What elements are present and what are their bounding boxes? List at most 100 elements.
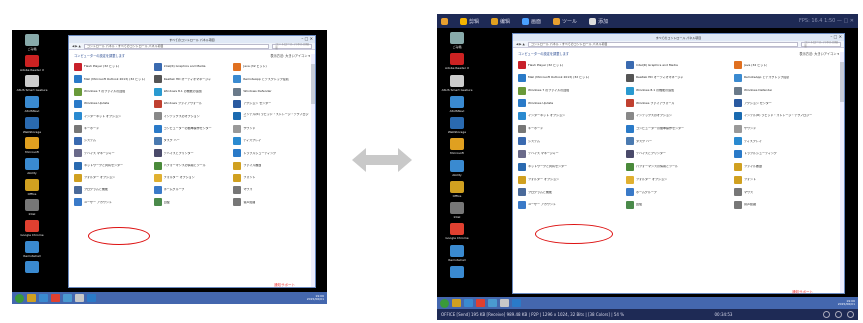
control-panel-item[interactable]: プログラムと機能	[74, 184, 151, 196]
desktop-icon[interactable]: WebStorage	[437, 117, 477, 134]
toolbar-item-3[interactable]: ツール	[553, 17, 577, 25]
desktop-icon[interactable]: Adobe Reader X	[12, 54, 52, 72]
desktop-icon[interactable]: Microsoft	[12, 137, 52, 154]
control-panel-item[interactable]: マウス	[734, 186, 839, 199]
toolbar-item-0[interactable]: 剪辑	[460, 17, 479, 25]
nav-arrows-icon[interactable]: ◀ ▶ ▲	[72, 44, 81, 48]
taskbar-clock[interactable]: 19:06 2015/06/01	[307, 294, 324, 302]
control-panel-item[interactable]: インテル(R) ラピッド・ストレージ・テクノロジー	[734, 110, 839, 123]
scrollbar[interactable]	[840, 52, 844, 293]
control-panel-item[interactable]: フォルダー オプション	[518, 173, 623, 186]
control-panel-item[interactable]: Java (32 ビット)	[734, 59, 839, 72]
control-panel-item[interactable]: タスク バー	[626, 135, 731, 148]
control-panel-item[interactable]: ネットワークと共有センター	[518, 161, 623, 174]
control-panel-item[interactable]: Windows 8.1 の機能の追加	[626, 84, 731, 97]
control-panel-item[interactable]: Intel(R) Graphics and Media	[626, 59, 731, 72]
control-panel-item[interactable]: フォント	[734, 173, 839, 186]
toolbar-item-2[interactable]: 画面	[522, 17, 541, 25]
taskbar-clock[interactable]: 19:06 2015/06/01	[838, 299, 855, 307]
ie-icon[interactable]	[39, 294, 48, 302]
control-panel-task-icon[interactable]	[488, 299, 497, 307]
desktop-icon[interactable]: RemoteCall	[12, 240, 52, 258]
control-panel-item[interactable]: ディスプレイ	[734, 135, 839, 148]
desktop-icon[interactable]: ごみ箱	[437, 32, 477, 49]
toolbar-logo-icon[interactable]	[441, 17, 448, 25]
search-input[interactable]: コントロール パネルの検索	[801, 40, 841, 48]
control-panel-item[interactable]: フォルダー オプション	[153, 172, 231, 184]
scrollbar-thumb[interactable]	[311, 64, 315, 104]
toolbar-item-4[interactable]: 添加	[589, 17, 608, 25]
search-input[interactable]: コントロール パネルの検索	[272, 42, 312, 50]
control-panel-item[interactable]: Windows 8.1 の機能の追加	[153, 86, 231, 98]
control-panel-item[interactable]: ユーザー アカウント	[74, 196, 151, 208]
control-panel-item[interactable]: Realtek HD オーディオマネージャ	[153, 73, 231, 85]
ie-icon[interactable]	[464, 299, 473, 307]
control-panel-item[interactable]: Realtek HD オーディオマネージャ	[626, 72, 731, 85]
control-panel-item[interactable]: インデックスのオプション	[153, 110, 231, 122]
toolbar-item-1[interactable]: 编辑	[491, 17, 510, 25]
desktop-icon[interactable]: Intel	[12, 199, 52, 216]
remote-icon[interactable]	[87, 294, 96, 302]
desktop-icon[interactable]: Adobe Reader X	[437, 53, 477, 70]
control-panel-item[interactable]: システム	[74, 135, 151, 147]
nav-arrows-icon[interactable]: ◀ ▶ ▲	[516, 42, 525, 46]
control-panel-item[interactable]: RemoteApp とデスクトップ接続	[233, 73, 310, 85]
control-panel-item[interactable]: トラブルシューティング	[734, 148, 839, 161]
window-controls[interactable]: – □ ✕	[301, 36, 313, 41]
control-panel-window[interactable]: すべてのコントロール パネル項目 – □ ✕ ◀ ▶ ▲ コントロール パネル ›…	[512, 33, 845, 294]
control-panel-item[interactable]: システム	[518, 135, 623, 148]
desktop-icon[interactable]: WebStorage	[12, 116, 52, 134]
desktop-icon[interactable]	[437, 265, 477, 279]
address-field[interactable]: コントロール パネル › すべてのコントロール パネル項目	[83, 43, 269, 49]
control-panel-item[interactable]: アクション センター	[233, 98, 310, 110]
control-panel-item[interactable]: コンピューターの簡単操作センター	[153, 122, 231, 134]
control-panel-item[interactable]: デバイス マネージャー	[518, 148, 623, 161]
home-icon[interactable]	[822, 311, 830, 318]
desktop-icon[interactable]: Ability	[437, 159, 477, 177]
control-panel-item[interactable]: フォルダー オプション	[74, 172, 151, 184]
scrollbar[interactable]	[311, 54, 315, 287]
control-panel-item[interactable]: 回復	[626, 199, 731, 212]
control-panel-item[interactable]: ファイル履歴	[734, 161, 839, 174]
control-panel-item[interactable]: ホームグループ	[153, 184, 231, 196]
control-panel-item[interactable]: Windows Defender	[233, 86, 310, 98]
explorer-icon[interactable]	[452, 299, 461, 307]
desktop-icon[interactable]: Office	[437, 180, 477, 198]
remote-icon[interactable]	[512, 299, 521, 307]
control-panel-item[interactable]: 音声認識	[233, 196, 310, 208]
control-panel-item[interactable]: インテル(R) ラピッド・ストレージ・テクノロジー	[233, 110, 310, 122]
control-panel-item[interactable]: インターネット オプション	[518, 110, 623, 123]
window-controls[interactable]: – □ ✕	[830, 34, 842, 39]
address-field[interactable]: コントロール パネル › すべてのコントロール パネル項目	[527, 41, 798, 47]
control-panel-item[interactable]: Flash Player (32 ビット)	[518, 59, 623, 72]
control-panel-item[interactable]: 音声認識	[734, 199, 839, 212]
control-panel-item[interactable]: サウンド	[233, 122, 310, 134]
control-panel-item[interactable]: フォルダー オプション	[626, 173, 731, 186]
control-panel-item[interactable]: コンピューターの簡単操作センター	[626, 122, 731, 135]
view-selector[interactable]: 表示方法: 大きいアイコン ▾	[799, 51, 839, 56]
explorer-icon[interactable]	[27, 294, 36, 302]
control-panel-item[interactable]: ユーザー アカウント	[518, 199, 623, 212]
control-panel-item[interactable]: デバイスとプリンター	[626, 148, 731, 161]
control-panel-item[interactable]: Windows 7 のファイルの回復	[518, 84, 623, 97]
control-panel-item[interactable]: Windows 7 のファイルの回復	[74, 86, 151, 98]
window-title-bar[interactable]: すべてのコントロール パネル項目 – □ ✕	[513, 34, 844, 41]
control-panel-item[interactable]: キーボード	[518, 122, 623, 135]
desktop-icon[interactable]: ASUSNavi	[12, 96, 52, 113]
control-panel-item[interactable]: Mail (Microsoft Outlook 2013) (32 ビット)	[518, 72, 623, 85]
control-panel-item[interactable]: Windows ファイアウォール	[153, 98, 231, 110]
control-panel-item[interactable]: アクション センター	[734, 97, 839, 110]
control-panel-item[interactable]: Windows Defender	[734, 84, 839, 97]
control-panel-item[interactable]: タスク バー	[153, 135, 231, 147]
desktop-icon[interactable]: ASUS Smart Gesture	[12, 75, 52, 92]
control-panel-item[interactable]: マウス	[233, 184, 310, 196]
control-panel-window[interactable]: すべてのコントロール パネル項目 – □ ✕ ◀ ▶ ▲ コントロール パネル ›…	[68, 35, 316, 288]
control-panel-item[interactable]: インターネット オプション	[74, 110, 151, 122]
desktop-icon[interactable]: ASUSNavi	[437, 95, 477, 113]
settings-icon[interactable]	[834, 311, 842, 318]
desktop-icon[interactable]: RemoteCall	[437, 244, 477, 262]
control-panel-item[interactable]: サウンド	[734, 122, 839, 135]
desktop-icon[interactable]	[12, 261, 52, 274]
control-panel-item[interactable]: ホームグループ	[626, 186, 731, 199]
view-selector[interactable]: 表示方法: 大きいアイコン ▾	[270, 53, 310, 58]
